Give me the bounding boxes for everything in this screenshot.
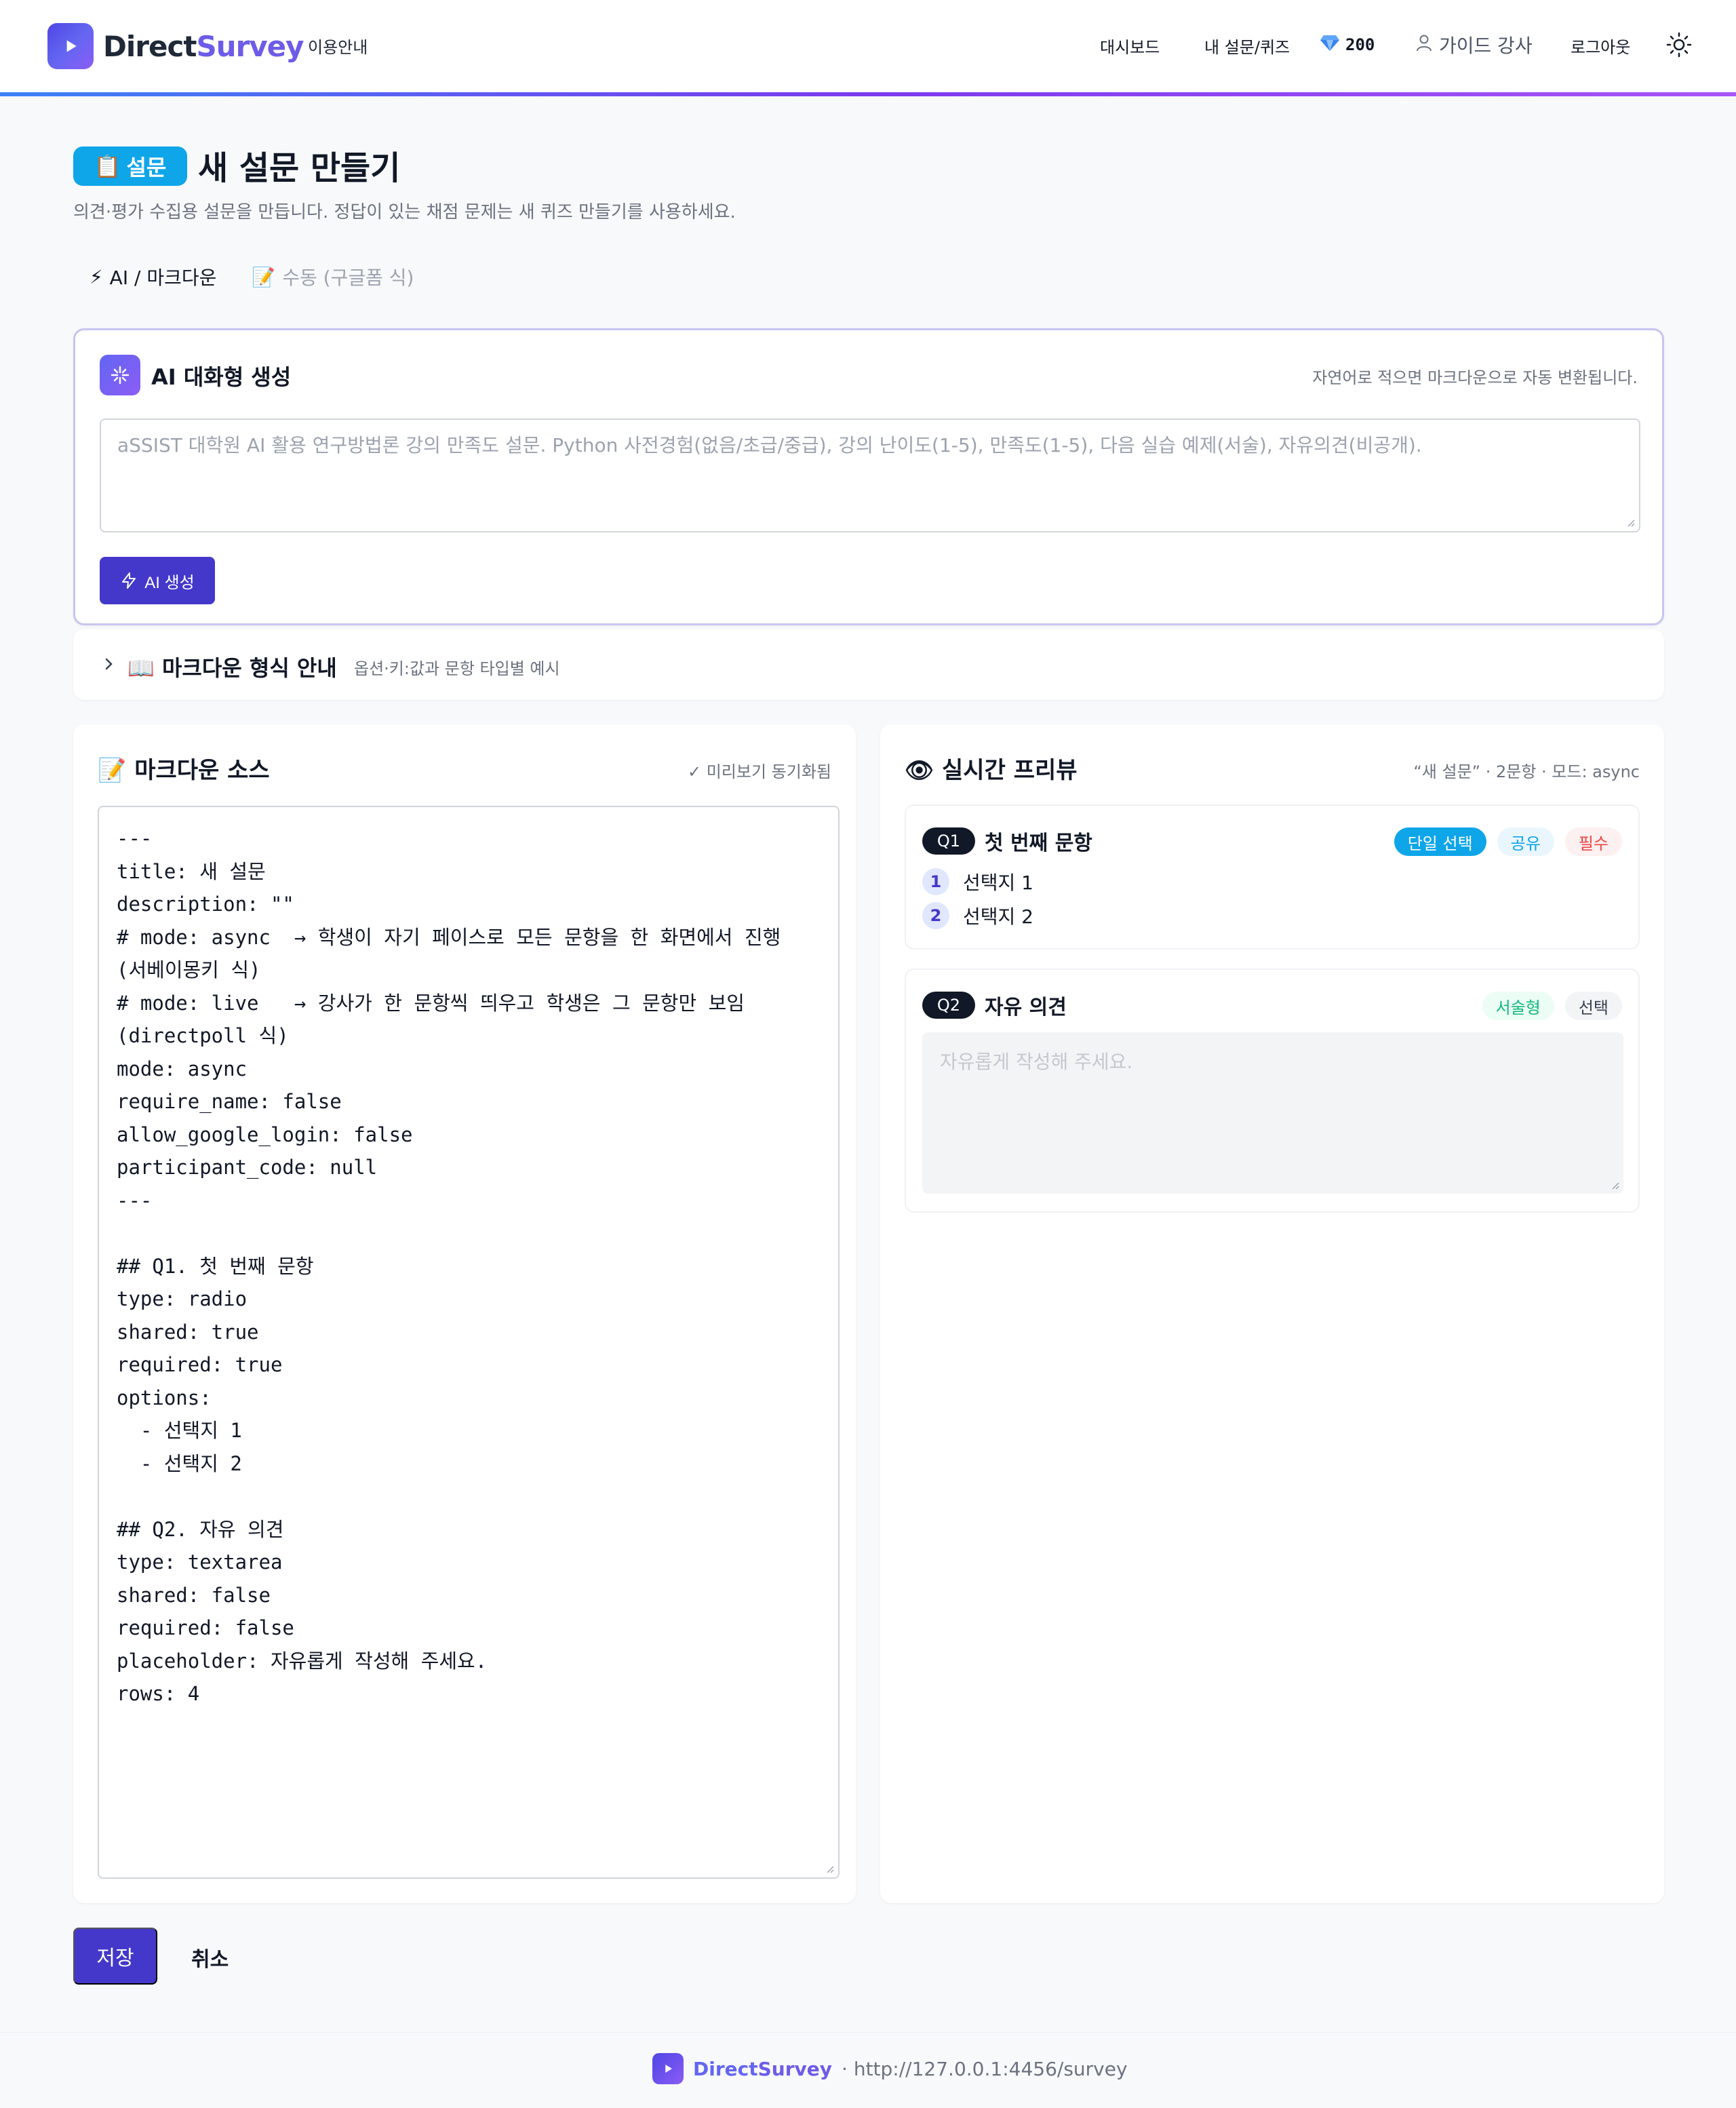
- brand-name-part-1: Direct: [103, 29, 197, 63]
- ai-generate-button[interactable]: AI 생성: [100, 557, 215, 604]
- brand-logo[interactable]: DirectSurvey: [47, 23, 304, 69]
- brand-name-part-2: Survey: [196, 29, 304, 63]
- lightning-outline-icon: [122, 572, 136, 589]
- preview-free-text-input[interactable]: 자유롭게 작성해 주세요.: [922, 1032, 1623, 1194]
- logo-play-icon: [47, 23, 94, 69]
- nav-my-surveys-link[interactable]: 내 설문/퀴즈: [1204, 34, 1290, 58]
- option-item[interactable]: 2 선택지 2: [922, 902, 1033, 929]
- markdown-source-text: --- title: 새 설문 description: "" # mode: …: [117, 827, 781, 1705]
- option-number: 2: [922, 902, 949, 929]
- survey-badge-label: 설문: [126, 155, 167, 180]
- question-title: 첫 번째 문항: [985, 832, 1092, 855]
- sparkle-icon: [100, 355, 140, 395]
- footer-content: DirectSurvey · http://127.0.0.1:4456/sur…: [652, 2053, 1128, 2084]
- option-label: 선택지 2: [963, 905, 1033, 928]
- markdown-guide-subtitle: 옵션·키:값과 문항 타입별 예시: [354, 659, 560, 678]
- footer-brand: DirectSurvey: [693, 2058, 832, 2080]
- tab-ai-markdown-label: AI / 마크다운: [109, 267, 217, 289]
- eye-icon: 👁: [905, 757, 934, 784]
- memo-icon: 📝: [98, 757, 127, 784]
- markdown-source-card: 📝 마크다운 소스 ✓ 미리보기 동기화됨 --- title: 새 설문 de…: [73, 724, 856, 1903]
- markdown-guide-title: 📖 마크다운 형식 안내: [127, 651, 337, 682]
- footer: DirectSurvey · http://127.0.0.1:4456/sur…: [0, 2032, 1736, 2108]
- ai-generate-label: AI 생성: [144, 573, 195, 592]
- live-preview-title: 👁 실시간 프리뷰: [905, 752, 1078, 785]
- credits-badge[interactable]: 200: [1320, 34, 1375, 56]
- page-title: 새 설문 만들기: [198, 149, 401, 187]
- ai-prompt-placeholder: aSSIST 대학원 AI 활용 연구방법론 강의 만족도 설문. Python…: [117, 434, 1422, 456]
- top-navbar: DirectSurvey 이용안내 대시보드 내 설문/퀴즈 200 가이드 강…: [0, 0, 1736, 92]
- tag-shared: 공유: [1497, 827, 1554, 856]
- live-preview-title-text: 실시간 프리뷰: [942, 757, 1078, 784]
- book-icon: 📖: [127, 655, 155, 681]
- credits-count: 200: [1345, 35, 1375, 54]
- resize-handle-icon[interactable]: [825, 1864, 834, 1873]
- sync-status: ✓ 미리보기 동기화됨: [687, 762, 831, 781]
- markdown-source-title: 📝 마크다운 소스: [98, 752, 270, 785]
- preview-meta: “새 설문” · 2문항 · 모드: async: [1413, 762, 1640, 781]
- question-number-badge: Q1: [922, 827, 975, 855]
- tag-optional: 선택: [1564, 992, 1622, 1020]
- question-tags: 단일 선택 공유 필수: [1394, 827, 1622, 856]
- nav-guide-link[interactable]: 이용안내: [308, 34, 368, 58]
- ai-card-title: AI 대화형 생성: [151, 364, 292, 390]
- mode-tabs: ⚡ AI / 마크다운 📝 수동 (구글폼 식): [90, 263, 414, 290]
- survey-type-badge: 📋 설문: [73, 147, 187, 186]
- preview-question-card: Q2 자유 의견 서술형 선택 자유롭게 작성해 주세요.: [905, 969, 1640, 1213]
- markdown-source-title-text: 마크다운 소스: [134, 757, 270, 784]
- memo-icon: 📝: [252, 265, 276, 288]
- brand-name: DirectSurvey: [103, 30, 304, 63]
- question-tags: 서술형 선택: [1482, 992, 1622, 1020]
- markdown-guide-title-text: 마크다운 형식 안내: [161, 655, 337, 681]
- question-title: 자유 의견: [985, 996, 1067, 1019]
- preview-question-card: Q1 첫 번째 문항 단일 선택 공유 필수 1 선택지 1 2 선택지 2: [905, 804, 1640, 950]
- question-number-badge: Q2: [922, 992, 975, 1019]
- footer-url: · http://127.0.0.1:4456/survey: [842, 2057, 1128, 2080]
- option-item[interactable]: 1 선택지 1: [922, 868, 1033, 895]
- ai-card-hint: 자연어로 적으면 마크다운으로 자동 변환됩니다.: [1312, 368, 1638, 387]
- footer-logo-play-icon: [652, 2053, 684, 2084]
- nav-dashboard-link[interactable]: 대시보드: [1100, 34, 1160, 58]
- footer-brand-part-2: Survey: [757, 2057, 833, 2080]
- page-subtitle: 의견·평가 수집용 설문을 만듭니다. 정답이 있는 채점 문제는 새 퀴즈 만…: [73, 202, 736, 222]
- free-text-placeholder: 자유롭게 작성해 주세요.: [940, 1051, 1133, 1073]
- resize-handle-icon[interactable]: [1625, 518, 1635, 527]
- ai-prompt-input[interactable]: aSSIST 대학원 AI 활용 연구방법론 강의 만족도 설문. Python…: [100, 418, 1640, 532]
- cancel-button[interactable]: 취소: [191, 1943, 229, 1972]
- save-button[interactable]: 저장: [73, 1928, 157, 1985]
- tag-essay: 서술형: [1482, 992, 1554, 1020]
- tab-manual[interactable]: 📝 수동 (구글폼 식): [252, 263, 414, 290]
- header-accent-bar: [0, 92, 1736, 96]
- chevron-right-icon: [105, 658, 113, 670]
- user-name: 가이드 강사: [1439, 35, 1533, 57]
- markdown-guide-collapsible[interactable]: 📖 마크다운 형식 안내 옵션·키:값과 문항 타입별 예시: [73, 629, 1664, 700]
- tab-manual-label: 수동 (구글폼 식): [282, 267, 414, 289]
- live-preview-card: 👁 실시간 프리뷰 “새 설문” · 2문항 · 모드: async Q1 첫 …: [880, 724, 1664, 1903]
- option-number: 1: [922, 868, 949, 895]
- tag-single-choice: 단일 선택: [1394, 827, 1486, 856]
- user-icon: [1416, 34, 1432, 56]
- clipboard-icon: 📋: [94, 153, 121, 179]
- tag-required: 필수: [1564, 827, 1622, 856]
- logout-link[interactable]: 로그아웃: [1571, 34, 1630, 58]
- theme-toggle-sun-icon[interactable]: [1665, 31, 1693, 58]
- option-label: 선택지 1: [963, 872, 1033, 894]
- user-menu[interactable]: 가이드 강사: [1416, 31, 1533, 58]
- gem-icon: [1320, 34, 1340, 56]
- resize-handle-icon[interactable]: [1610, 1180, 1619, 1190]
- footer-brand-part-1: Direct: [693, 2057, 758, 2080]
- markdown-source-editor[interactable]: --- title: 새 설문 description: "" # mode: …: [98, 806, 840, 1879]
- ai-generate-card: AI 대화형 생성 자연어로 적으면 마크다운으로 자동 변환됩니다. aSSI…: [73, 328, 1664, 625]
- tab-ai-markdown[interactable]: ⚡ AI / 마크다운: [90, 263, 216, 290]
- lightning-icon: ⚡: [90, 265, 103, 288]
